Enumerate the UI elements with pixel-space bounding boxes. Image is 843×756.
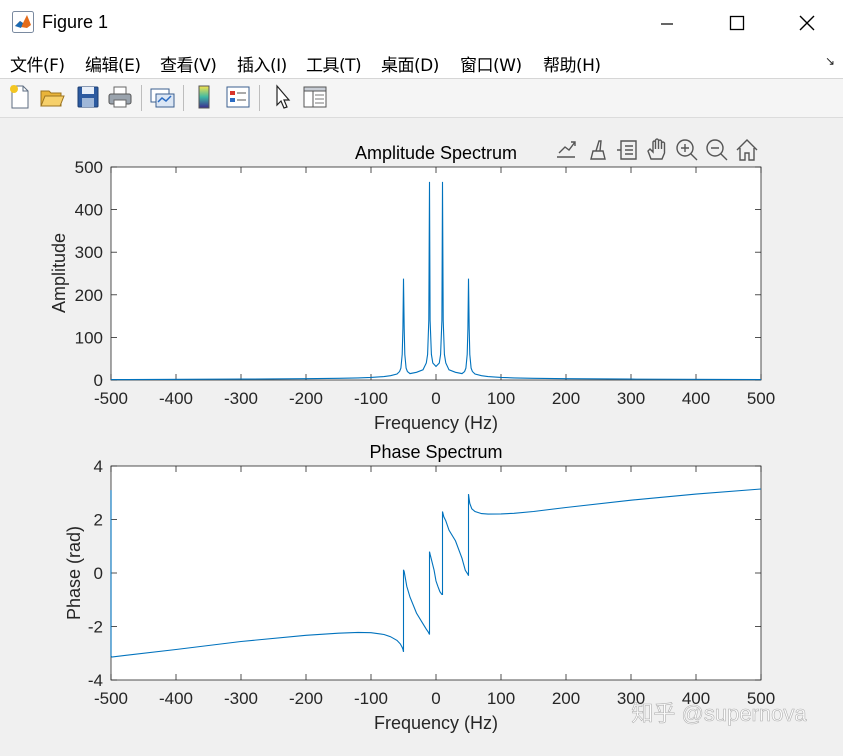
- new-figure-icon[interactable]: [6, 83, 34, 111]
- x-tick-label: 300: [617, 389, 645, 408]
- y-tick-label: 400: [75, 201, 103, 220]
- amplitude-xlabel: Frequency (Hz): [374, 413, 498, 433]
- x-tick-label: 100: [487, 389, 515, 408]
- y-tick-label: 0: [94, 371, 103, 390]
- x-tick-label: -200: [289, 389, 323, 408]
- y-tick-label: -2: [88, 618, 103, 637]
- datatip-icon[interactable]: [617, 140, 637, 160]
- x-tick-label: -500: [94, 389, 128, 408]
- legend-icon[interactable]: [224, 83, 252, 111]
- phase-xlabel: Frequency (Hz): [374, 713, 498, 733]
- menu-insert[interactable]: 插入(I): [237, 51, 287, 76]
- phase-axes[interactable]: -500 -400 -300 -200 -100 0 100 200 300 400 500-4-2…: [64, 442, 775, 733]
- y-tick-label: 500: [75, 158, 103, 177]
- edit-plot-icon[interactable]: [268, 83, 296, 111]
- toolbar-separator: [183, 85, 184, 111]
- brush-icon[interactable]: [590, 140, 606, 160]
- toolbar-separator: [259, 85, 260, 111]
- phase-title: Phase Spectrum: [369, 442, 502, 462]
- y-tick-label: 4: [94, 457, 103, 476]
- menu-view[interactable]: 查看(V): [160, 51, 217, 76]
- save-icon[interactable]: [74, 83, 102, 111]
- x-tick-label: 100: [487, 689, 515, 708]
- open-file-icon[interactable]: [38, 83, 66, 111]
- menu-file[interactable]: 文件(F): [10, 51, 65, 76]
- y-tick-label: -4: [88, 671, 103, 690]
- watermark-text: 知乎 @supernova: [631, 701, 807, 726]
- menu-bar: 文件(F) 编辑(E) 查看(V) 插入(I) 工具(T) 桌面(D) 窗口(W…: [0, 44, 843, 79]
- zoom-in-icon[interactable]: [676, 139, 698, 161]
- x-tick-label: 0: [431, 389, 440, 408]
- x-tick-label: 400: [682, 389, 710, 408]
- print-icon[interactable]: [106, 83, 134, 111]
- window-title: Figure 1: [42, 12, 109, 32]
- export-icon[interactable]: [557, 141, 576, 158]
- y-tick-label: 100: [75, 328, 103, 347]
- x-tick-label: -400: [159, 689, 193, 708]
- phase-ylabel: Phase (rad): [64, 526, 84, 620]
- figure-canvas: -500 -400 -300 -200 -100 0 100 200 300 400 500 0 100…: [0, 118, 843, 751]
- close-button[interactable]: [784, 8, 830, 38]
- x-tick-label: -200: [289, 689, 323, 708]
- close-icon: [799, 15, 815, 31]
- link-plot-icon[interactable]: [148, 83, 176, 111]
- x-tick-label: -100: [354, 689, 388, 708]
- maximize-button[interactable]: [714, 8, 760, 38]
- menu-tools[interactable]: 工具(T): [306, 51, 362, 76]
- maximize-icon: [729, 15, 745, 31]
- x-tick-label: -300: [224, 689, 258, 708]
- toolbar-separator: [141, 85, 142, 111]
- y-tick-label: 300: [75, 243, 103, 262]
- menu-desktop[interactable]: 桌面(D): [381, 51, 439, 76]
- matlab-logo-icon: [12, 11, 34, 33]
- amplitude-title: Amplitude Spectrum: [355, 143, 517, 163]
- y-tick-label: 200: [75, 286, 103, 305]
- dock-arrow-icon[interactable]: ↘: [825, 54, 835, 68]
- phase-axes-box: [110, 465, 762, 681]
- pan-icon[interactable]: [647, 138, 666, 160]
- menu-window[interactable]: 窗口(W): [460, 51, 522, 76]
- x-tick-label: 500: [747, 389, 775, 408]
- home-icon[interactable]: [736, 139, 758, 161]
- menu-help[interactable]: 帮助(H): [543, 51, 601, 76]
- x-tick-label: -400: [159, 389, 193, 408]
- title-bar: Figure 1: [0, 0, 843, 44]
- x-tick-label: -500: [94, 689, 128, 708]
- amplitude-axes-box: [110, 166, 762, 381]
- minimize-icon: [661, 23, 673, 25]
- menu-edit[interactable]: 编辑(E): [85, 51, 141, 76]
- amplitude-ylabel: Amplitude: [49, 233, 69, 313]
- x-tick-label: -100: [354, 389, 388, 408]
- zoom-out-icon[interactable]: [706, 139, 728, 161]
- figure-plot-area: -500 -400 -300 -200 -100 0 100 200 300 400 5000100…: [49, 138, 808, 733]
- colorbar-icon[interactable]: [190, 83, 218, 111]
- minimize-button[interactable]: [644, 8, 690, 38]
- axes-toolbar: [557, 138, 758, 161]
- y-tick-label: 0: [94, 564, 103, 583]
- x-tick-label: 0: [431, 689, 440, 708]
- x-tick-label: -300: [224, 389, 258, 408]
- figure-toolbar: [0, 79, 843, 118]
- amplitude-axes[interactable]: -500 -400 -300 -200 -100 0 100 200 300 400 500 0 100…: [49, 143, 775, 433]
- property-inspector-icon[interactable]: [301, 83, 329, 111]
- x-tick-label: 200: [552, 689, 580, 708]
- y-tick-label: 2: [94, 511, 103, 530]
- x-tick-label: 200: [552, 389, 580, 408]
